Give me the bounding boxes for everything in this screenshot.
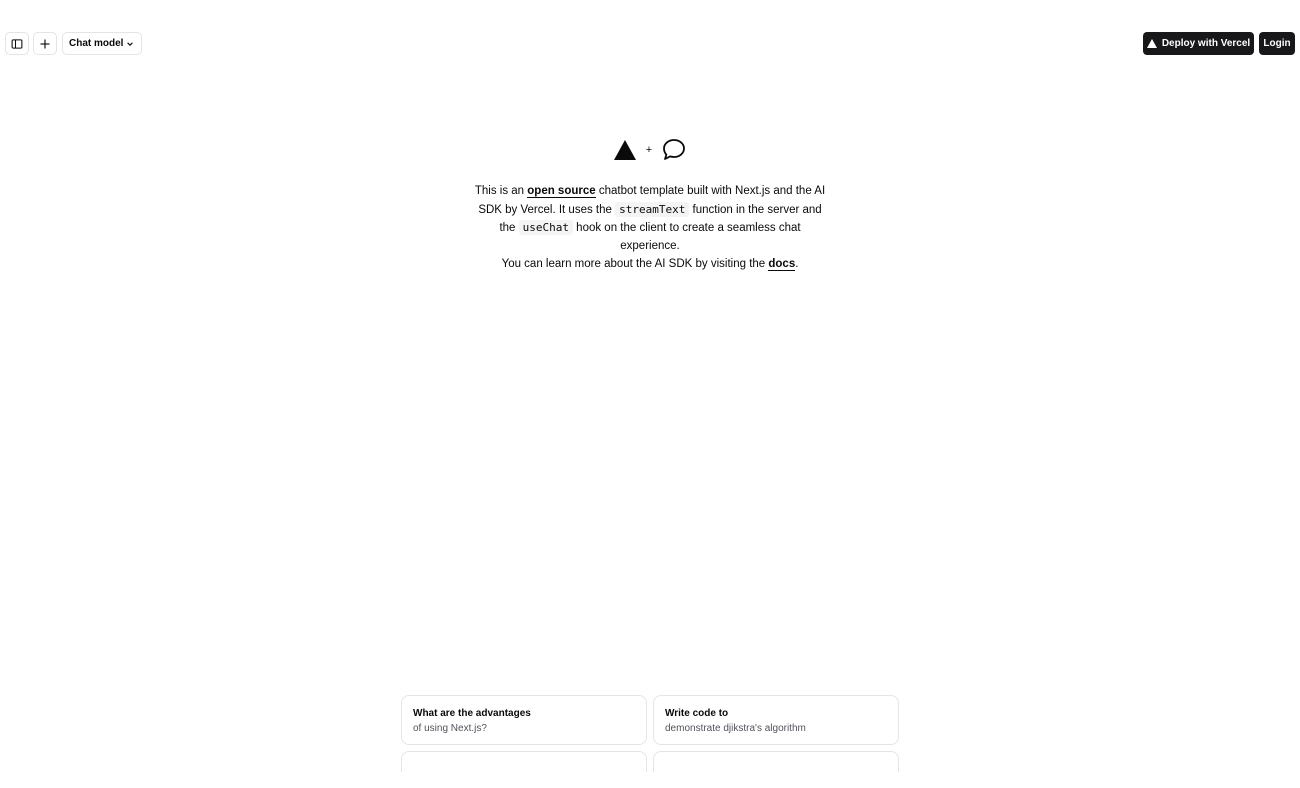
suggestion-title: What are the advantages <box>413 708 531 719</box>
suggestion-subtitle: demonstrate djikstra's algorithm <box>665 723 806 734</box>
chevron-down-icon <box>127 41 133 46</box>
plus-icon <box>40 39 50 48</box>
new-chat-button[interactable] <box>33 32 57 55</box>
docs-link[interactable]: docs <box>768 258 796 271</box>
suggestion-card[interactable] <box>401 751 647 772</box>
learn-text: . <box>795 258 799 270</box>
login-label: Login <box>1263 38 1291 49</box>
suggestion-subtitle: of using Next.js? <box>413 723 487 734</box>
hero-logos: + <box>0 138 1300 161</box>
intro-paragraph: This is an open source chatbot template … <box>470 183 830 255</box>
deploy-label: Deploy with Vercel <box>1161 38 1251 49</box>
sidebar-toggle-button[interactable] <box>5 32 29 55</box>
suggestion-card[interactable] <box>653 751 899 772</box>
sidebar-toggle-icon <box>11 38 23 49</box>
login-button[interactable]: Login <box>1259 32 1295 55</box>
suggestion-card[interactable]: What are the advantages of using Next.js… <box>401 695 647 745</box>
open-source-link[interactable]: open source <box>527 185 596 198</box>
vercel-triangle-icon <box>1146 39 1157 48</box>
message-bubble-icon <box>663 139 686 160</box>
model-selector-label: Chat model <box>69 38 124 49</box>
intro-text: hook on the client to create a seamless … <box>572 222 801 252</box>
top-bar: Chat model Deploy with Vercel Login <box>0 0 1300 88</box>
stream-text-code: streamText <box>615 201 690 217</box>
learn-more-paragraph: You can learn more about the AI SDK by v… <box>0 258 1300 271</box>
model-selector-button[interactable]: Chat model <box>62 32 142 55</box>
use-chat-code: useChat <box>518 220 573 235</box>
suggestion-title: Write code to <box>665 708 729 719</box>
suggestion-card[interactable]: Write code to demonstrate djikstra's alg… <box>653 695 899 745</box>
deploy-with-vercel-button[interactable]: Deploy with Vercel <box>1143 32 1254 55</box>
vercel-triangle-icon <box>613 139 636 160</box>
learn-text: You can learn more about the AI SDK by v… <box>501 258 769 270</box>
plus-sign: + <box>645 143 653 156</box>
intro-text: This is an <box>474 185 528 197</box>
